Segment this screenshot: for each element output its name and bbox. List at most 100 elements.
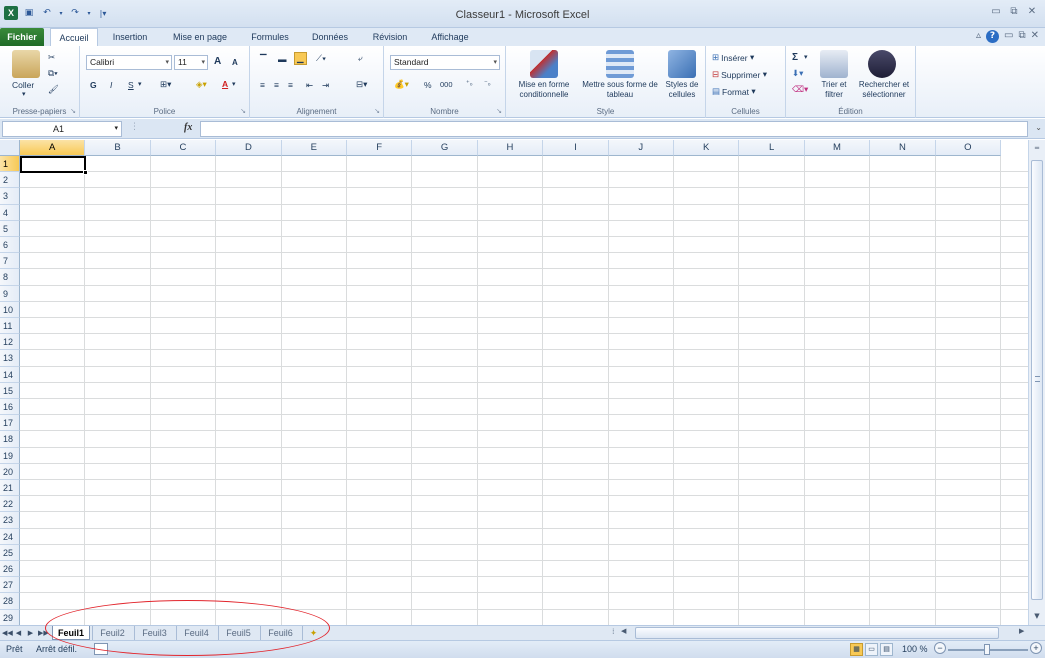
underline-dropdown-icon[interactable]: ▾ <box>138 80 142 88</box>
column-header-c[interactable]: C <box>150 140 217 156</box>
format-as-table-icon[interactable] <box>606 50 634 78</box>
align-middle-icon[interactable]: ▬ <box>278 54 287 64</box>
worksheet-grid[interactable]: ABCDEFGHIJKLMNO 1 2 3 4 5 6 7 8 9 10 11 12 13 14 15 16 1… <box>0 140 1028 625</box>
close-icon[interactable]: ✕ <box>1025 5 1039 19</box>
row-header-6[interactable]: 6 <box>0 237 20 254</box>
row-header-21[interactable]: 21 <box>0 480 20 497</box>
orientation-icon[interactable]: ⟋▾ <box>316 53 326 64</box>
row-header-28[interactable]: 28 <box>0 593 20 610</box>
column-header-n[interactable]: N <box>870 140 936 156</box>
align-right-icon[interactable]: ≡ <box>288 80 293 90</box>
align-bottom-icon[interactable]: ▁ <box>294 52 307 65</box>
decrease-indent-icon[interactable]: ⇤ <box>306 80 313 91</box>
find-select-button[interactable]: Rechercher et sélectionner <box>852 80 916 100</box>
scroll-left-icon[interactable]: ◀ <box>621 627 626 635</box>
prev-sheet-icon[interactable]: ◀ <box>14 627 23 639</box>
borders-icon[interactable]: ⊞▾ <box>160 79 171 90</box>
row-header-29[interactable]: 29 <box>0 609 20 625</box>
row-header-8[interactable]: 8 <box>0 269 20 286</box>
italic-button[interactable]: I <box>110 80 112 90</box>
percent-button[interactable]: % <box>424 80 432 90</box>
row-header-12[interactable]: 12 <box>0 334 20 351</box>
page-break-view-icon[interactable]: ▤ <box>880 643 893 656</box>
vertical-scrollbar[interactable]: ═ ▼ <box>1028 140 1045 625</box>
row-header-22[interactable]: 22 <box>0 496 20 513</box>
row-header-4[interactable]: 4 <box>0 204 20 221</box>
sheet-tab-feuil4[interactable]: Feuil4 <box>176 626 216 640</box>
format-painter-icon[interactable]: 🖌 <box>48 84 59 95</box>
column-header-b[interactable]: B <box>85 140 151 156</box>
binoculars-icon[interactable] <box>868 50 896 78</box>
conditional-format-button[interactable]: Mise en forme conditionnelle <box>508 80 580 100</box>
row-header-24[interactable]: 24 <box>0 528 20 545</box>
delete-cells-button[interactable]: ⊟ Supprimer ▾ <box>712 69 767 80</box>
row-header-17[interactable]: 17 <box>0 415 20 432</box>
formula-input[interactable] <box>200 121 1028 137</box>
fill-color-icon[interactable]: ◈▾ <box>196 79 207 90</box>
column-header-i[interactable]: I <box>543 140 609 156</box>
row-header-18[interactable]: 18 <box>0 431 20 448</box>
sheet-tab-feuil6[interactable]: Feuil6 <box>260 626 300 640</box>
align-left-icon[interactable]: ≡ <box>260 80 265 90</box>
cell-styles-icon[interactable] <box>668 50 696 78</box>
tab-view[interactable]: Affichage <box>422 28 478 46</box>
column-header-f[interactable]: F <box>347 140 413 156</box>
row-header-16[interactable]: 16 <box>0 399 20 416</box>
sheet-tab-feuil2[interactable]: Feuil2 <box>92 626 132 640</box>
align-top-icon[interactable]: ▔ <box>260 54 267 65</box>
conditional-format-icon[interactable] <box>530 50 558 78</box>
clipboard-launcher-icon[interactable]: ↘ <box>70 107 76 115</box>
cut-icon[interactable]: ✂ <box>48 52 55 63</box>
row-header-26[interactable]: 26 <box>0 561 20 578</box>
column-header-h[interactable]: H <box>477 140 544 156</box>
row-header-1[interactable]: 1 <box>0 156 20 173</box>
format-cells-button[interactable]: ▤ Format ▾ <box>712 86 756 97</box>
insert-sheet-icon[interactable]: ✦ <box>302 626 324 640</box>
active-cell-a1[interactable] <box>20 156 86 173</box>
row-header-7[interactable]: 7 <box>0 253 20 270</box>
tab-data[interactable]: Données <box>304 28 356 46</box>
horizontal-scrollbar[interactable]: ◀ ▶ <box>615 627 1043 639</box>
increase-indent-icon[interactable]: ⇥ <box>322 80 329 91</box>
font-name-select[interactable]: Calibri ▾ <box>86 55 172 70</box>
zoom-out-button[interactable]: − <box>934 642 946 654</box>
row-header-5[interactable]: 5 <box>0 220 20 237</box>
row-header-15[interactable]: 15 <box>0 382 20 399</box>
minimize-ribbon-icon[interactable]: ▵ <box>976 30 981 43</box>
insert-function-button[interactable]: fx <box>184 122 192 133</box>
column-header-k[interactable]: K <box>674 140 740 156</box>
font-launcher-icon[interactable]: ↘ <box>240 107 246 115</box>
normal-view-icon[interactable]: ▦ <box>850 643 863 656</box>
column-header-o[interactable]: O <box>935 140 1001 156</box>
row-header-14[interactable]: 14 <box>0 366 20 383</box>
expand-formula-bar-icon[interactable]: ⌄ <box>1035 123 1042 132</box>
row-header-3[interactable]: 3 <box>0 188 20 205</box>
merge-center-icon[interactable]: ⊟▾ <box>356 79 367 90</box>
workbook-minimize-icon[interactable]: ▭ <box>1004 30 1013 43</box>
row-header-11[interactable]: 11 <box>0 318 20 335</box>
column-header-g[interactable]: G <box>412 140 478 156</box>
help-icon[interactable]: ? <box>986 30 1000 43</box>
minimize-icon[interactable]: ▭ <box>989 5 1003 19</box>
workbook-restore-icon[interactable]: ⧉ <box>1018 30 1025 43</box>
font-color-button[interactable]: A <box>222 79 228 89</box>
cell-styles-button[interactable]: Styles de cellules <box>658 80 706 100</box>
paste-icon[interactable] <box>12 50 40 78</box>
grow-font-button[interactable]: A <box>214 56 221 67</box>
row-header-2[interactable]: 2 <box>0 172 20 189</box>
zoom-in-button[interactable]: + <box>1030 642 1042 654</box>
tab-file[interactable]: Fichier <box>0 28 44 46</box>
row-header-19[interactable]: 19 <box>0 447 20 464</box>
column-header-a[interactable]: A <box>20 140 86 156</box>
thousands-button[interactable]: 000 <box>440 80 453 89</box>
sort-filter-button[interactable]: Trier et filtrer <box>814 80 854 100</box>
sheet-tab-feuil5[interactable]: Feuil5 <box>218 626 258 640</box>
fill-handle[interactable] <box>83 170 88 175</box>
tab-home[interactable]: Accueil <box>50 28 98 46</box>
paste-button[interactable]: Coller <box>12 80 34 90</box>
bold-button[interactable]: G <box>90 80 97 90</box>
tab-formulas[interactable]: Formules <box>244 28 296 46</box>
macro-record-icon[interactable] <box>94 643 108 655</box>
sheet-tab-feuil3[interactable]: Feuil3 <box>134 626 174 640</box>
name-box[interactable]: A1 ▾ <box>2 121 122 137</box>
